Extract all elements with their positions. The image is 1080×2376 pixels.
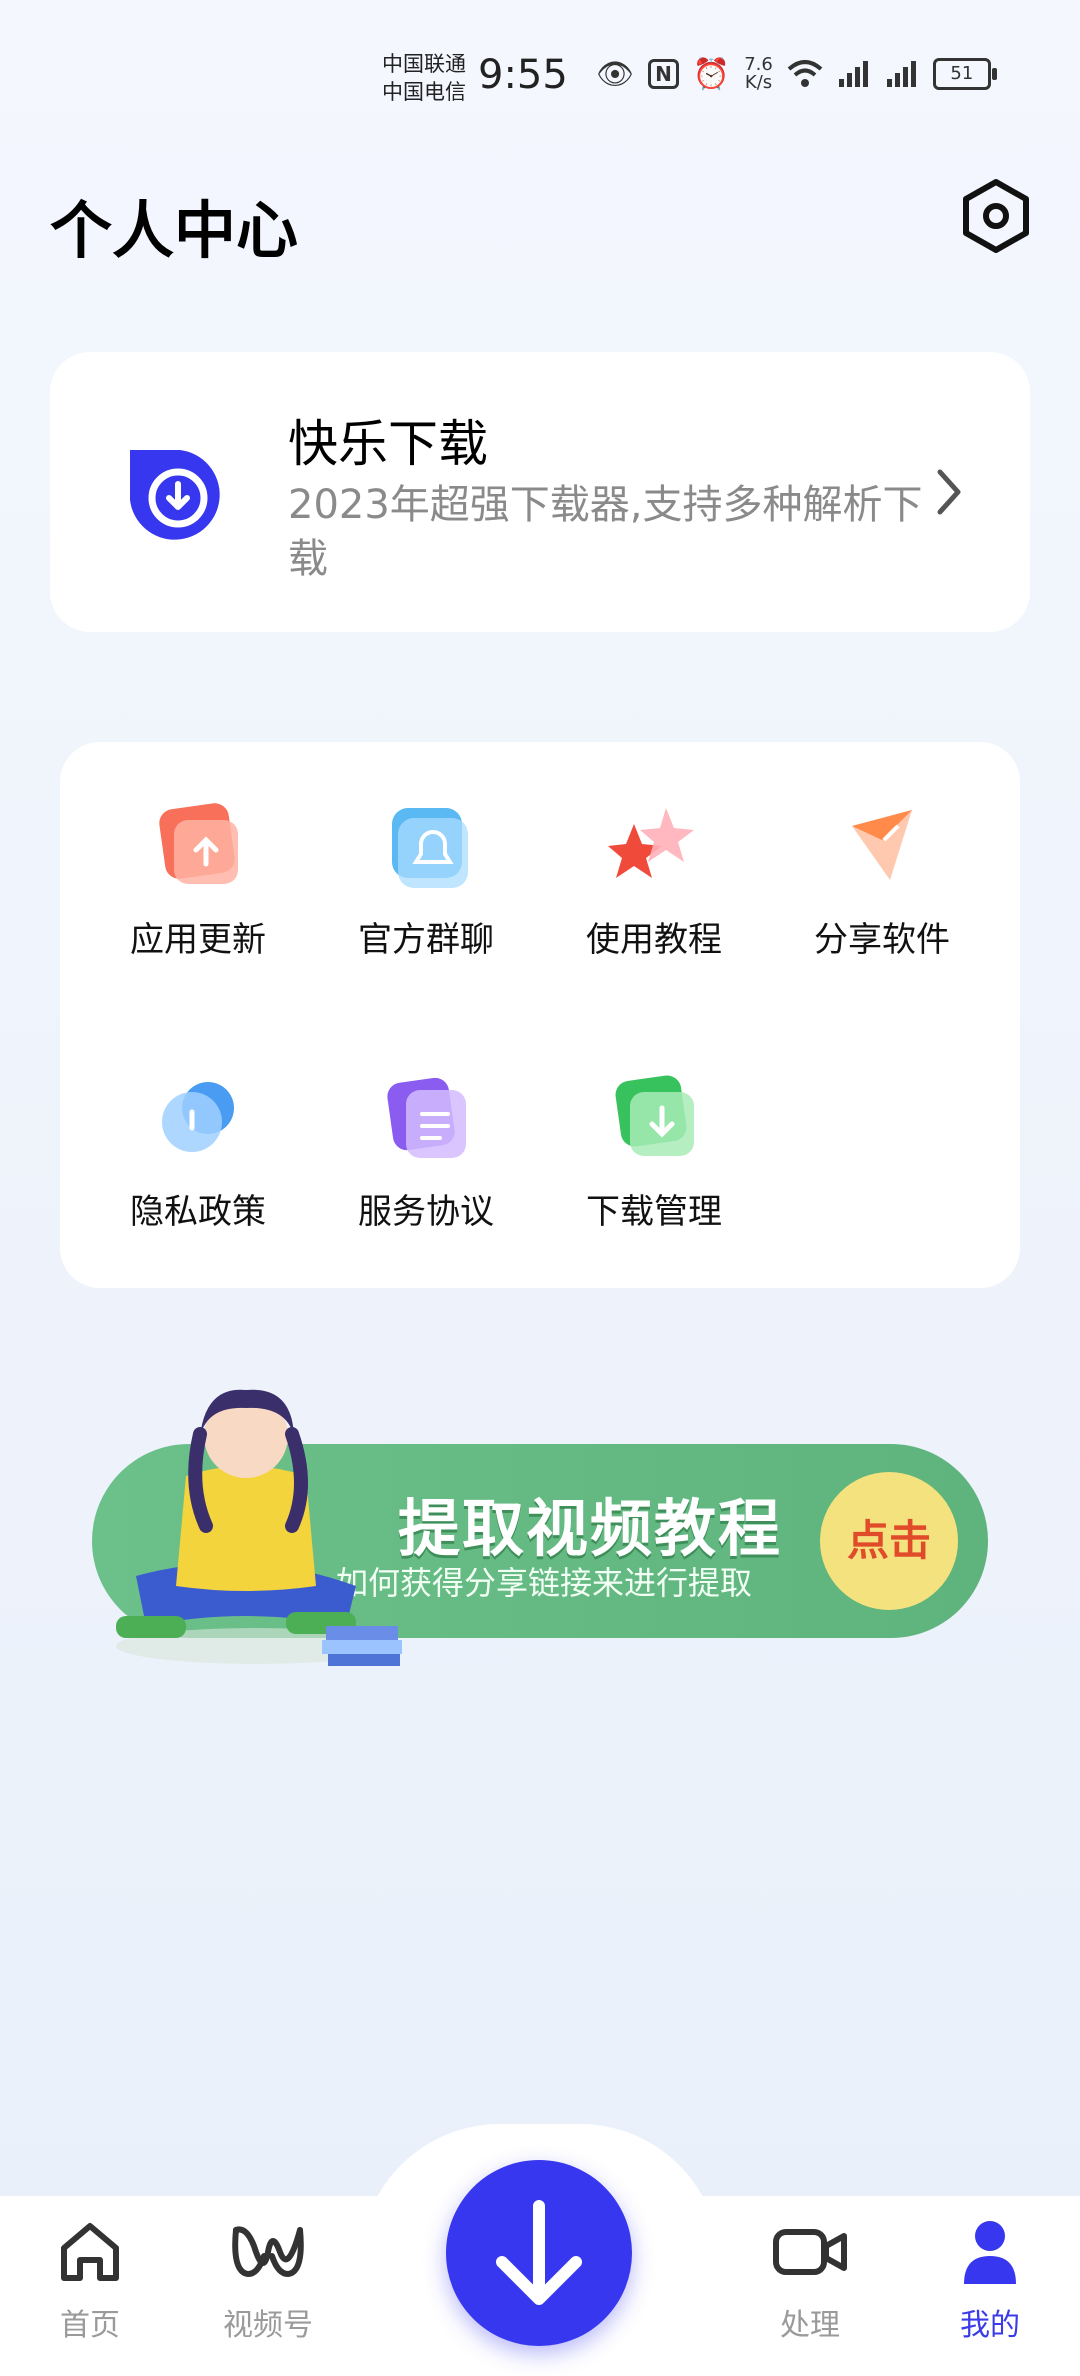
- nav-item-video-channel[interactable]: 视频号: [198, 2212, 338, 2344]
- carrier-2: 中国电信: [382, 80, 466, 104]
- nfc-icon: N: [648, 59, 679, 89]
- carrier-info: 中国联通 中国电信: [382, 50, 466, 106]
- grid-item-privacy[interactable]: 隐私政策: [84, 1014, 312, 1232]
- grid-label: 隐私政策: [130, 1192, 266, 1232]
- document-icon: [387, 1077, 466, 1158]
- grid-label: 使用教程: [586, 920, 722, 960]
- wifi-icon: [787, 60, 823, 87]
- app-description: 2023年超强下载器,支持多种解析下载: [288, 482, 923, 582]
- page-title: 个人中心: [50, 194, 299, 267]
- nav-item-process[interactable]: 处理: [740, 2212, 880, 2344]
- nav-label: 我的: [960, 2308, 1020, 2343]
- user-icon: [964, 2221, 1016, 2284]
- clock: 9:55: [478, 52, 568, 98]
- carrier-1: 中国联通: [382, 52, 466, 76]
- nav-item-home[interactable]: 首页: [20, 2212, 160, 2344]
- video-camera-icon: [773, 2229, 847, 2275]
- nav-label: 视频号: [223, 2308, 313, 2343]
- app-name: 快乐下载: [288, 415, 488, 473]
- chat-group-icon: [392, 808, 468, 888]
- grid-label: 分享软件: [814, 920, 950, 960]
- settings-hexagon-icon[interactable]: [956, 176, 1036, 256]
- chevron-right-icon: [937, 469, 961, 515]
- arrow-down-icon: [496, 2200, 582, 2305]
- grid-label: 应用更新: [130, 920, 266, 960]
- video-channel-icon: [232, 2226, 304, 2278]
- grid-item-download-manage[interactable]: 下载管理: [540, 1014, 768, 1232]
- nav-label: 首页: [60, 2308, 120, 2343]
- signal-icon: [838, 61, 868, 87]
- download-fab-button[interactable]: [446, 2160, 632, 2346]
- banner-title: 提取视频教程: [398, 1492, 783, 1565]
- grid-label: 官方群聊: [358, 920, 494, 960]
- grid-item-app-update[interactable]: 应用更新: [84, 742, 312, 960]
- eye-icon: 👁: [596, 56, 635, 92]
- feature-grid: 应用更新 官方群聊 使用教程 分享软件 隐私政策 服务协议 下载管理: [60, 742, 1020, 1288]
- app-logo-icon: [130, 450, 220, 540]
- star-tutorial-icon: [608, 808, 694, 878]
- alarm-icon: ⏰: [692, 56, 731, 92]
- reading-girl-illustration: [116, 1389, 402, 1666]
- status-icons: 👁 N ⏰ 7.6 K/s 51: [596, 56, 997, 92]
- signal-5g-icon: [886, 61, 916, 87]
- network-speed: 7.6 K/s: [744, 56, 773, 92]
- share-icon: [852, 810, 912, 880]
- grid-label: 下载管理: [586, 1192, 722, 1232]
- privacy-icon: [162, 1082, 234, 1152]
- speed-unit: K/s: [744, 72, 773, 93]
- grid-item-tutorial[interactable]: 使用教程: [540, 742, 768, 960]
- grid-item-share[interactable]: 分享软件: [768, 742, 996, 960]
- home-icon: [61, 2223, 119, 2281]
- grid-item-official-group[interactable]: 官方群聊: [312, 742, 540, 960]
- grid-label: 服务协议: [358, 1192, 494, 1232]
- download-manage-icon: [615, 1075, 694, 1156]
- nav-label: 处理: [780, 2308, 840, 2343]
- app-info-card[interactable]: 快乐下载 2023年超强下载器,支持多种解析下载: [50, 352, 1030, 632]
- status-bar: 中国联通 中国电信 9:55 👁 N ⏰ 7.6 K/s 51: [0, 0, 1080, 140]
- nav-item-mine[interactable]: 我的: [920, 2212, 1060, 2344]
- update-icon: [159, 803, 238, 884]
- banner-click-button[interactable]: 点击: [820, 1472, 958, 1610]
- grid-item-service-agreement[interactable]: 服务协议: [312, 1014, 540, 1232]
- battery-icon: 51: [932, 58, 997, 90]
